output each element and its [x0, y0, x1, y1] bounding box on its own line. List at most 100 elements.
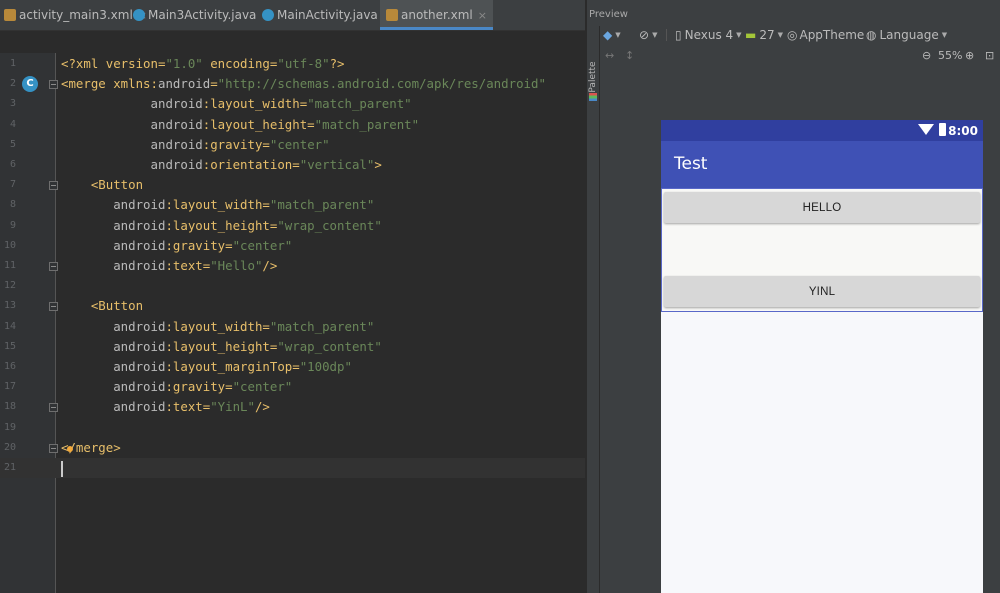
code-text: <Button — [90, 298, 144, 314]
rotate-icon: ⊘ — [639, 28, 650, 42]
code-line[interactable]: 13 <Button — [0, 296, 585, 316]
code-text: android:gravity="center" — [113, 237, 293, 253]
line-number: 9 — [9, 219, 16, 231]
merge-layout-bounds[interactable]: HELLO YINL — [661, 188, 983, 312]
fold-icon[interactable] — [49, 80, 58, 90]
yinl-button[interactable]: YINL — [664, 276, 980, 307]
code-line[interactable]: 16 android:layout_marginTop="100dp" — [0, 357, 585, 377]
code-line[interactable]: 20 </merge> — [0, 438, 585, 458]
app-bar: Test — [661, 141, 983, 188]
line-number: 10 — [3, 239, 16, 251]
battery-icon — [939, 123, 946, 136]
status-time: 8:00 — [948, 124, 978, 138]
language-dropdown[interactable]: ◍ Language ▼ — [866, 26, 947, 44]
line-number: 18 — [3, 401, 16, 413]
code-editor[interactable]: 1 <?xml version="1.0" encoding="utf-8"?> 2… — [0, 53, 585, 593]
code-line[interactable]: 3 android:layout_width="match_parent" — [0, 94, 585, 114]
toolbar-separator — [666, 29, 667, 41]
orientation-dropdown[interactable]: ⊘ ▼ — [639, 26, 657, 44]
device-label: Nexus 4 — [684, 28, 734, 42]
code-line[interactable]: 21 — [0, 458, 585, 478]
line-number: 13 — [3, 300, 16, 312]
line-number: 3 — [9, 98, 16, 110]
line-number: 21 — [3, 462, 16, 473]
line-number: 14 — [3, 320, 16, 332]
fold-icon[interactable] — [49, 181, 58, 191]
app-title: Test — [674, 154, 708, 174]
palette-label: Palette — [588, 61, 598, 93]
design-surface-dropdown[interactable]: ◆ ▼ — [603, 26, 621, 44]
code-text: android:gravity="center" — [150, 136, 330, 152]
code-text: android:layout_width="match_parent" — [150, 96, 412, 112]
fold-icon[interactable] — [49, 443, 58, 453]
code-text: android:text="Hello"/> — [113, 258, 278, 273]
code-text: android:layout_height="wrap_content" — [113, 338, 382, 354]
resize-horizontal-icon[interactable]: ↔ — [605, 46, 614, 64]
line-number: 6 — [9, 159, 16, 170]
code-line[interactable]: 10 android:gravity="center" — [0, 236, 585, 256]
line-number: 5 — [9, 138, 16, 150]
code-line[interactable]: 7 <Button — [0, 175, 585, 195]
zoom-fit-icon[interactable]: ⊡ — [985, 46, 994, 64]
tab-another-xml[interactable]: another.xml × — [380, 0, 493, 30]
line-number: 2 — [9, 78, 16, 90]
zoom-out-icon[interactable]: ⊖ — [922, 46, 931, 64]
wifi-icon — [918, 124, 934, 135]
code-line[interactable]: 5 android:gravity="center" — [0, 135, 585, 155]
tab-mainactivity-java[interactable]: MainActivity.java × — [262, 0, 392, 30]
device-dropdown[interactable]: ▯ Nexus 4 ▼ — [675, 26, 742, 44]
phone-icon: ▯ — [675, 28, 682, 42]
code-line[interactable]: 17 android:gravity="center" — [0, 377, 585, 397]
code-line[interactable]: 2 C <merge xmlns:android="http://schemas.a… — [0, 74, 585, 94]
code-line[interactable]: 4 android:layout_height="match_parent" — [0, 115, 585, 135]
api-level-dropdown[interactable]: ▬ 27 ▼ — [745, 26, 783, 44]
code-line[interactable]: 19 — [0, 418, 585, 438]
theme-dropdown[interactable]: ◎ AppTheme — [787, 26, 864, 44]
code-line[interactable]: 12 — [0, 276, 585, 296]
intention-bulb-icon[interactable] — [67, 445, 73, 452]
tab-main3activity-java[interactable]: Main3Activity.java × — [133, 0, 271, 30]
java-class-icon — [133, 9, 145, 21]
line-number: 7 — [9, 179, 16, 191]
fold-icon[interactable] — [49, 302, 58, 312]
line-number: 16 — [3, 361, 16, 372]
line-number: 1 — [9, 58, 16, 69]
code-line[interactable]: 18 android:text="YinL"/> — [0, 397, 585, 417]
theme-label: AppTheme — [799, 28, 865, 42]
api-label: 27 — [759, 28, 775, 42]
resize-vertical-icon[interactable]: ↕ — [625, 46, 634, 64]
code-text: android:gravity="center" — [113, 379, 293, 395]
line-number: 20 — [3, 441, 16, 453]
tab-label: another.xml — [401, 8, 473, 22]
code-line[interactable]: 15 android:layout_height="wrap_content" — [0, 337, 585, 357]
class-marker-icon[interactable]: C — [22, 76, 38, 93]
xml-file-icon — [4, 9, 16, 21]
code-line[interactable]: 8 android:layout_width="match_parent" — [0, 195, 585, 215]
line-number: 4 — [9, 118, 16, 130]
code-text: android:text="YinL"/> — [113, 399, 270, 415]
code-text: <Button — [90, 177, 144, 193]
code-text: android:layout_width="match_parent" — [113, 197, 375, 213]
code-text: android:layout_height="wrap_content" — [113, 217, 382, 233]
palette-sidebar[interactable]: Palette — [587, 26, 600, 593]
code-text: android:layout_marginTop="100dp" — [113, 359, 352, 374]
tab-label: MainActivity.java — [277, 8, 378, 22]
code-line[interactable]: 9 android:layout_height="wrap_content" — [0, 216, 585, 236]
code-text: android:orientation="vertical"> — [150, 157, 382, 172]
tab-label: activity_main3.xml — [19, 8, 133, 22]
fold-icon[interactable] — [49, 403, 58, 413]
fold-icon[interactable] — [49, 262, 58, 271]
text-caret — [61, 461, 63, 477]
tab-activity-main3-xml[interactable]: activity_main3.xml × — [4, 0, 147, 30]
hello-button[interactable]: HELLO — [664, 192, 980, 223]
language-label: Language — [879, 28, 939, 42]
code-line[interactable]: 6 android:orientation="vertical"> — [0, 155, 585, 175]
code-line[interactable]: 14 android:layout_width="match_parent" — [0, 317, 585, 337]
code-line[interactable]: 11 android:text="Hello"/> — [0, 256, 585, 276]
code-line[interactable]: 1 <?xml version="1.0" encoding="utf-8"?> — [0, 54, 585, 74]
close-icon[interactable]: × — [478, 9, 487, 22]
line-number: 19 — [3, 421, 16, 433]
preview-title: Preview — [589, 9, 628, 20]
code-text: <?xml version="1.0" encoding="utf-8"?> — [61, 56, 345, 71]
zoom-in-icon[interactable]: ⊕ — [965, 46, 974, 64]
